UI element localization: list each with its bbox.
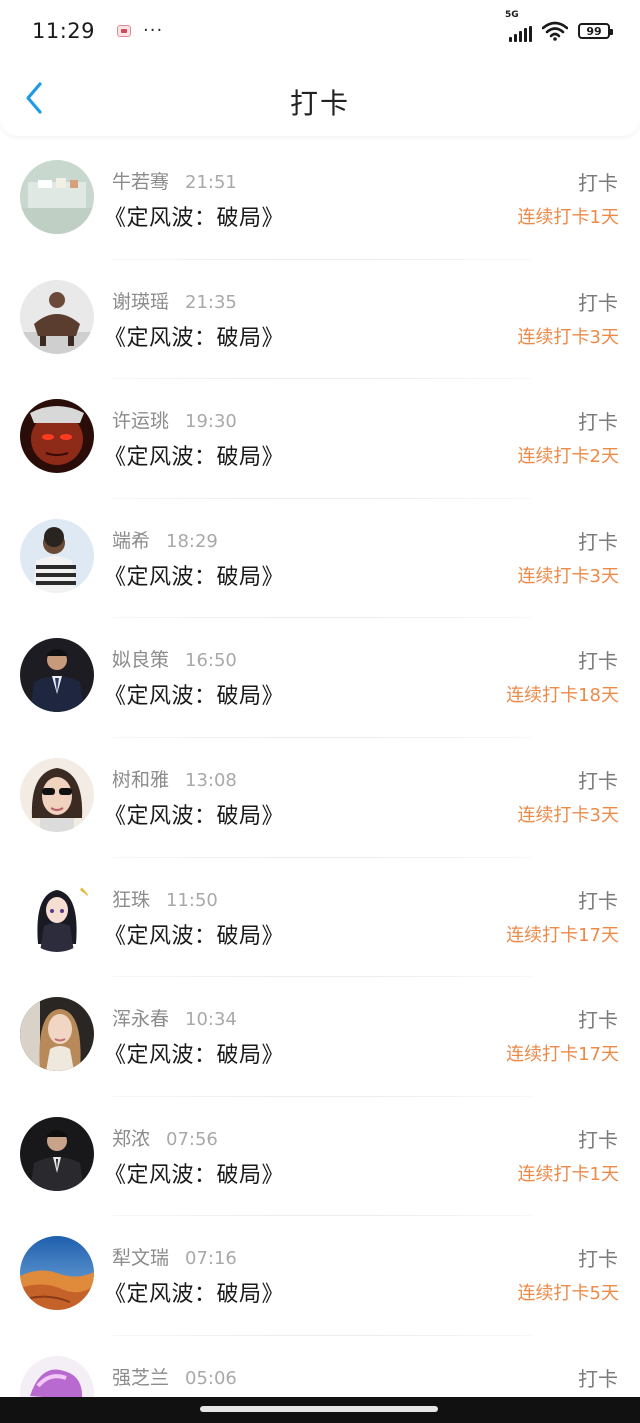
wifi-icon	[542, 21, 568, 41]
user-name: 浑永春	[112, 1008, 170, 1031]
user-name: 谢瑛瑶	[112, 290, 170, 313]
list-item[interactable]: 姒良策 16:50 《定风波：破局》 打卡 连续打卡18天	[0, 618, 640, 738]
checkin-time: 13:08	[185, 769, 237, 791]
list-item[interactable]: 牛若骞 21:51 《定风波：破局》 打卡 连续打卡1天	[0, 140, 640, 260]
checkin-action: 打卡	[578, 1127, 618, 1152]
list-item[interactable]: 许运珧 19:30 《定风波：破局》 打卡 连续打卡2天	[0, 379, 640, 499]
checkin-action: 打卡	[578, 888, 618, 913]
user-name: 牛若骞	[112, 171, 170, 193]
system-gesture-area	[0, 1397, 640, 1423]
checkin-time: 21:35	[185, 291, 237, 313]
battery-icon: 99	[578, 23, 613, 39]
status-time: 11:29	[32, 19, 96, 43]
avatar[interactable]	[20, 518, 94, 593]
user-name: 树和雅	[112, 768, 170, 791]
status-bar: 11:29 ··· 5G 99	[0, 0, 640, 62]
book-title: 《定风波：破局》	[104, 1043, 285, 1069]
user-name: 姒良策	[112, 649, 170, 672]
streak-label: 连续打卡1天	[517, 1163, 619, 1185]
list-item[interactable]: 树和雅 13:08 《定风波：破局》 打卡 连续打卡3天	[0, 738, 640, 858]
avatar[interactable]	[20, 877, 94, 952]
nav-bar: 打卡	[0, 62, 640, 136]
avatar[interactable]	[20, 160, 94, 234]
book-title: 《定风波：破局》	[104, 206, 285, 231]
streak-label: 连续打卡17天	[506, 924, 619, 946]
avatar[interactable]	[20, 1236, 94, 1311]
list-item[interactable]: 郑浓 07:56 《定风波：破局》 打卡 连续打卡1天	[0, 1097, 640, 1217]
streak-label: 连续打卡5天	[517, 1283, 619, 1305]
status-indicators: 5G 99	[505, 10, 613, 42]
battery-level: 99	[586, 24, 602, 38]
checkin-time: 19:30	[185, 411, 237, 433]
checkin-action: 打卡	[578, 768, 618, 793]
network-type-label: 5G	[505, 10, 519, 20]
avatar[interactable]	[20, 279, 94, 354]
user-name: 许运珧	[112, 410, 170, 433]
book-title: 《定风波：破局》	[104, 803, 285, 829]
checkin-time: 16:50	[185, 650, 237, 672]
list-item[interactable]: 谢瑛瑶 21:35 《定风波：破局》 打卡 连续打卡3天	[0, 260, 640, 380]
screen: 11:29 ··· 5G 99 打卡 牛若骞 21:51 《定风波：破局》 打卡…	[0, 0, 640, 1423]
streak-label: 连续打卡3天	[517, 326, 619, 348]
streak-label: 连续打卡18天	[506, 685, 619, 707]
checkin-action: 打卡	[578, 529, 618, 554]
checkin-action: 打卡	[578, 1008, 618, 1033]
book-title: 《定风波：破局》	[104, 923, 285, 949]
avatar[interactable]	[20, 1116, 94, 1191]
avatar[interactable]	[20, 997, 94, 1072]
streak-label: 连续打卡1天	[517, 207, 619, 228]
user-name: 郑浓	[112, 1127, 151, 1150]
book-title: 《定风波：破局》	[104, 1162, 285, 1188]
list-item[interactable]: 浑永春 10:34 《定风波：破局》 打卡 连续打卡17天	[0, 977, 640, 1097]
checkin-action: 打卡	[578, 649, 618, 674]
page-title: 打卡	[289, 87, 350, 120]
checkin-time: 05:06	[185, 1367, 237, 1389]
user-name: 端希	[112, 529, 151, 552]
cellular-signal-icon: 5G	[505, 10, 532, 42]
checkin-time: 10:34	[185, 1009, 237, 1031]
list-item[interactable]: 犁文瑞 07:16 《定风波：破局》 打卡 连续打卡5天	[0, 1216, 640, 1336]
list-item[interactable]: 端希 18:29 《定风波：破局》 打卡 连续打卡3天	[0, 499, 640, 619]
avatar[interactable]	[20, 638, 94, 713]
book-title: 《定风波：破局》	[104, 445, 285, 471]
checkin-action: 打卡	[578, 1247, 618, 1272]
checkin-time: 18:29	[166, 530, 218, 552]
avatar[interactable]	[20, 399, 94, 474]
user-name: 强芝兰	[112, 1366, 170, 1389]
avatar[interactable]	[20, 757, 94, 832]
checkin-list: 牛若骞 21:51 《定风波：破局》 打卡 连续打卡1天 谢瑛瑶 21:35 《定风…	[0, 140, 640, 1423]
book-title: 《定风波：破局》	[104, 684, 285, 710]
checkin-time: 07:16	[185, 1248, 237, 1270]
user-name: 狂珠	[112, 888, 151, 911]
streak-label: 连续打卡2天	[517, 446, 619, 468]
checkin-action: 打卡	[578, 290, 618, 315]
book-title: 《定风波：破局》	[104, 1282, 285, 1308]
app-notification-icon	[117, 25, 132, 37]
list-item[interactable]: 狂珠 11:50 《定风波：破局》 打卡 连续打卡17天	[0, 858, 640, 978]
streak-label: 连续打卡3天	[517, 804, 619, 826]
checkin-action: 打卡	[578, 1366, 618, 1391]
checkin-time: 07:56	[166, 1128, 218, 1150]
checkin-action: 打卡	[578, 410, 618, 435]
more-notifications-icon: ···	[143, 20, 164, 41]
streak-label: 连续打卡17天	[506, 1044, 619, 1066]
checkin-action: 打卡	[578, 171, 618, 195]
book-title: 《定风波：破局》	[104, 325, 285, 351]
home-indicator[interactable]	[200, 1406, 438, 1412]
user-name: 犁文瑞	[112, 1247, 170, 1270]
book-title: 《定风波：破局》	[104, 564, 285, 590]
checkin-time: 11:50	[166, 889, 218, 911]
checkin-time: 21:51	[185, 172, 237, 193]
streak-label: 连续打卡3天	[517, 565, 619, 587]
